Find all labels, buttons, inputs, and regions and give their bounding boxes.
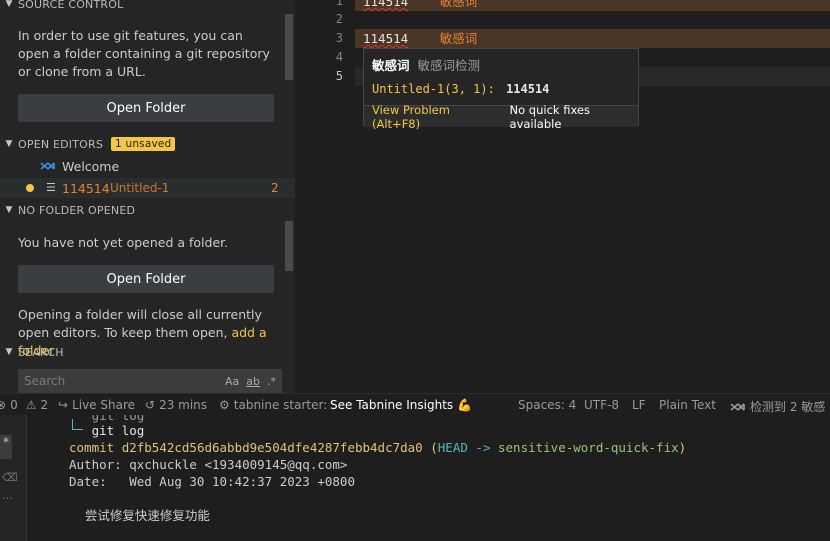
vscode-icon xyxy=(730,402,745,411)
text-file-icon: ☰ xyxy=(46,181,56,194)
open-folder-button[interactable]: Open Folder xyxy=(18,265,274,293)
no-folder-note-text: Opening a folder will close all currentl… xyxy=(18,307,262,340)
line-number: 5 xyxy=(335,69,343,83)
warning-icon: ⚠ xyxy=(25,398,37,412)
regex-icon[interactable]: .* xyxy=(267,375,276,388)
hover-status-bar: View Problem (Alt+F8) No quick fixes ava… xyxy=(364,103,638,131)
search-title: SEARCH xyxy=(18,345,64,359)
chevron-down-icon: ▼ xyxy=(5,347,13,357)
history-icon: ↺ xyxy=(145,398,156,412)
commit-hash: d2fb542cd56d6abbd9e504dfe4287febb4dc7da0 xyxy=(121,440,423,455)
no-folder-title: NO FOLDER OPENED xyxy=(18,203,136,217)
no-folder-header[interactable]: ▼ NO FOLDER OPENED xyxy=(0,200,135,220)
problem-hover: 敏感词 敏感词检测 Untitled-1(3, 1): 114514 View … xyxy=(363,48,639,131)
terminal-line: 尝试修复快速修复功能 xyxy=(69,508,210,523)
search-input[interactable]: Search xyxy=(24,374,65,388)
code-line[interactable]: 114514 敏感词 xyxy=(355,29,830,48)
whole-word-icon[interactable]: ab xyxy=(246,375,260,388)
terminal-commit-line: commit d2fb542cd56d6abbd9e504dfe4287febb… xyxy=(69,440,687,455)
status-bar: ⊗ 0 ⚠ 2 ↪ Live Share ↺ 23 mins ⚙ tabnine… xyxy=(0,393,830,416)
sensitive-word[interactable]: 114514 xyxy=(363,31,408,46)
tree-branch-icon xyxy=(72,419,83,430)
time-status[interactable]: ↺ 23 mins xyxy=(145,398,207,412)
open-editors-title: OPEN EDITORS xyxy=(18,137,104,151)
hover-title: 敏感词 xyxy=(372,58,410,73)
encoding-status[interactable]: UTF-8 xyxy=(584,398,619,412)
live-share-status[interactable]: ↪ Live Share xyxy=(58,398,135,412)
sensitive-detector-status[interactable]: 检测到 2 敏感 xyxy=(730,398,825,415)
line-number: 4 xyxy=(335,50,343,64)
time-label: 23 mins xyxy=(159,398,208,412)
open-editor-item-untitled[interactable]: ☰ 114514 Untitled-1 2 xyxy=(0,178,295,198)
live-share-label: Live Share xyxy=(72,398,136,412)
hover-value: 114514 xyxy=(506,82,550,96)
live-share-icon: ↪ xyxy=(58,398,69,412)
indentation-status[interactable]: Spaces: 4 xyxy=(518,398,576,412)
warning-count: 2 xyxy=(40,398,49,412)
terminal-line: Author: qxchuckle <1934009145@qq.com> xyxy=(69,457,348,472)
sidebar: ▼ SOURCE CONTROL In order to use git fea… xyxy=(0,0,295,393)
scrollbar[interactable] xyxy=(285,14,293,80)
detector-label: 检测到 2 敏感 xyxy=(750,400,826,414)
no-folder-text: You have not yet opened a folder. xyxy=(18,235,229,250)
sensitive-tag: 敏感词 xyxy=(439,31,478,46)
search-box[interactable]: Search Aa ab .* xyxy=(18,369,282,393)
tabnine-label: tabnine starter: xyxy=(233,398,328,412)
hover-location: Untitled-1(3, 1): xyxy=(372,82,495,96)
problems-status[interactable]: ⊗ 0 ⚠ 2 xyxy=(0,398,48,412)
line-number: 2 xyxy=(335,12,343,26)
chevron-down-icon: ▼ xyxy=(5,205,13,215)
open-editors-header[interactable]: ▼ OPEN EDITORS 1 unsaved xyxy=(0,134,176,154)
tabnine-status[interactable]: ⚙ tabnine starter: xyxy=(219,398,327,412)
open-folder-button[interactable]: Open Folder xyxy=(18,94,274,122)
search-header[interactable]: ▼ SEARCH xyxy=(0,342,64,362)
terminal-gutter xyxy=(26,415,49,541)
line-number: 3 xyxy=(335,31,343,45)
sensitive-word[interactable]: 114514 xyxy=(363,0,408,9)
chevron-down-icon: ▼ xyxy=(5,139,13,149)
no-quick-fix-text: No quick fixes available xyxy=(509,102,590,131)
sensitive-tag: 敏感词 xyxy=(439,0,478,9)
hover-location-line: Untitled-1(3, 1): 114514 xyxy=(372,82,549,96)
match-case-icon[interactable]: Aa xyxy=(225,375,239,388)
open-editor-label: Welcome xyxy=(62,158,120,174)
error-icon: ⊗ xyxy=(0,398,7,412)
problem-count: 2 xyxy=(271,181,279,195)
terminal-sidebar: * ⌫ … xyxy=(0,415,26,541)
hover-source: 敏感词检测 xyxy=(417,58,481,73)
eol-status[interactable]: LF xyxy=(632,398,646,412)
more-icon[interactable]: … xyxy=(2,489,13,502)
source-control-title: SOURCE CONTROL xyxy=(18,0,124,11)
head-ref: HEAD -> xyxy=(437,440,498,455)
chevron-down-icon: ▼ xyxy=(5,0,13,9)
source-control-header[interactable]: ▼ SOURCE CONTROL xyxy=(0,0,123,14)
unsaved-dot-icon[interactable] xyxy=(26,184,34,192)
tabnine-icon: ⚙ xyxy=(219,398,230,412)
code-line[interactable]: 114514 敏感词 xyxy=(355,0,830,11)
trash-icon[interactable]: ⌫ xyxy=(2,471,18,484)
open-editor-item-welcome[interactable]: Welcome xyxy=(0,156,295,176)
open-editor-details: Untitled-1 xyxy=(110,181,170,195)
tabnine-insights-link[interactable]: See Tabnine Insights 💪 xyxy=(330,398,472,412)
language-status[interactable]: Plain Text xyxy=(659,398,716,412)
terminal-panel[interactable]: * ⌫ … git log git log commit d2fb542cd56… xyxy=(0,415,830,541)
search-options: Aa ab .* xyxy=(225,375,276,388)
scrollbar[interactable] xyxy=(285,221,293,271)
terminal-tab-icon[interactable]: * xyxy=(0,435,12,459)
terminal-line: Date: Wed Aug 30 10:42:37 2023 +0800 xyxy=(69,474,355,489)
error-count: 0 xyxy=(10,398,18,412)
open-editor-label: 114514 xyxy=(62,180,110,196)
view-problem-link[interactable]: View Problem (Alt+F8) xyxy=(372,103,495,131)
source-control-description: In order to use git features, you can op… xyxy=(18,28,270,79)
unsaved-badge: 1 unsaved xyxy=(111,137,176,151)
hover-header: 敏感词 敏感词检测 xyxy=(372,55,480,74)
branch-name: sensitive-word-quick-fix xyxy=(498,440,679,455)
commit-label: commit xyxy=(69,440,122,455)
vscode-icon xyxy=(40,162,55,170)
